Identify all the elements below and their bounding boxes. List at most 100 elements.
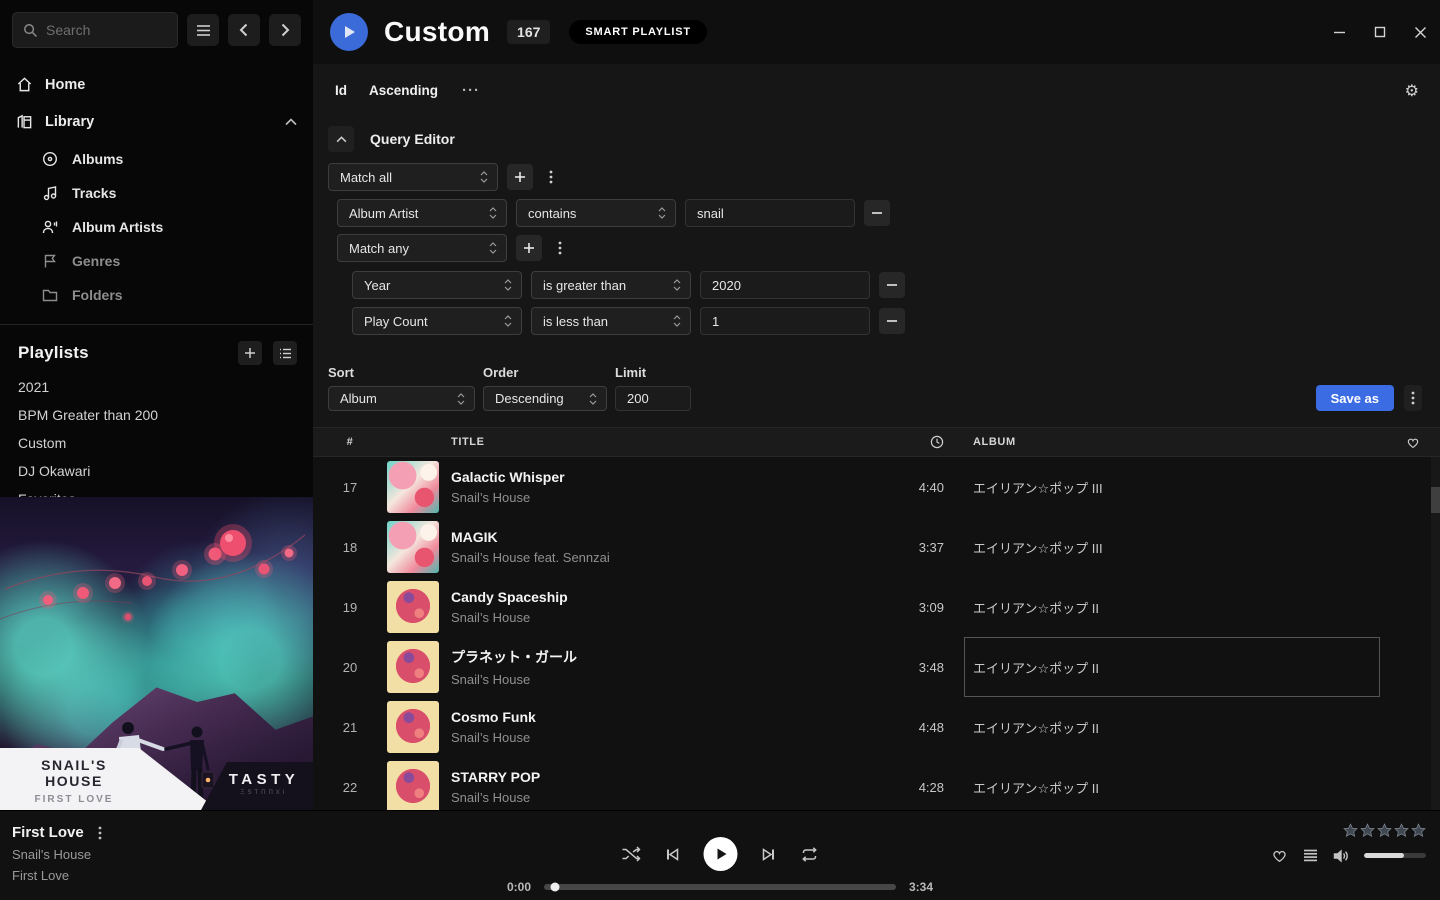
play-playlist-button[interactable] bbox=[330, 13, 368, 51]
rating-stars bbox=[1236, 823, 1426, 838]
chevron-up-icon[interactable] bbox=[285, 118, 297, 126]
playlist-item[interactable]: BPM Greater than 200 bbox=[0, 401, 313, 429]
table-row[interactable]: 17 Galactic Whisper Snail’s House 4:40 エ… bbox=[313, 457, 1440, 517]
track-album[interactable]: エイリアン☆ポップ II bbox=[950, 697, 1386, 757]
rule-value-input[interactable] bbox=[685, 199, 855, 227]
folder-icon bbox=[42, 287, 58, 303]
query-editor-collapse-button[interactable] bbox=[328, 126, 354, 152]
play-pause-button[interactable] bbox=[704, 837, 738, 871]
seek-slider[interactable] bbox=[544, 884, 896, 890]
nested-group-more-icon[interactable] bbox=[551, 235, 569, 261]
remove-rule-button[interactable] bbox=[879, 308, 905, 334]
now-playing-more-icon[interactable] bbox=[98, 826, 102, 840]
table-row[interactable]: 21 Cosmo Funk Snail’s House 4:48 エイリアン☆ポ… bbox=[313, 697, 1440, 757]
track-title: Cosmo Funk bbox=[451, 709, 874, 725]
now-playing-album[interactable]: First Love bbox=[12, 868, 102, 883]
playlist-header: Custom 167 SMART PLAYLIST bbox=[313, 0, 1440, 64]
menu-button[interactable] bbox=[187, 14, 219, 46]
track-album-focused-cell[interactable]: エイリアン☆ポップ II bbox=[950, 637, 1386, 697]
playlist-item[interactable]: 2021 bbox=[0, 373, 313, 401]
column-duration[interactable] bbox=[874, 435, 950, 449]
column-index[interactable]: # bbox=[313, 436, 387, 448]
column-album[interactable]: ALBUM bbox=[950, 436, 1386, 448]
column-title[interactable]: TITLE bbox=[451, 436, 874, 448]
favorite-button[interactable] bbox=[1271, 848, 1288, 863]
limit-input[interactable] bbox=[615, 386, 691, 411]
now-playing-album-art[interactable]: SNAIL'S HOUSE FIRST LOVE TASTY ΞSTΠΠXI bbox=[0, 497, 313, 810]
order-select[interactable]: Descending bbox=[483, 386, 607, 411]
more-options-button[interactable]: ··· bbox=[462, 82, 480, 99]
table-row[interactable]: 18 MAGIK Snail’s House feat. Sennzai 3:3… bbox=[313, 517, 1440, 577]
remove-rule-button[interactable] bbox=[864, 200, 890, 226]
sidebar-item-tracks[interactable]: Tracks bbox=[0, 176, 313, 210]
seek-handle[interactable] bbox=[550, 883, 559, 892]
star-icon[interactable] bbox=[1394, 823, 1409, 838]
track-album[interactable]: エイリアン☆ポップ III bbox=[950, 457, 1386, 517]
rule-value-input[interactable] bbox=[700, 271, 870, 299]
playlist-item[interactable]: DJ Okawari bbox=[0, 457, 313, 485]
sort-field-button[interactable]: Id bbox=[335, 83, 347, 98]
remove-rule-button[interactable] bbox=[879, 272, 905, 298]
star-icon[interactable] bbox=[1343, 823, 1358, 838]
sort-select[interactable]: Album bbox=[328, 386, 475, 411]
volume-icon[interactable] bbox=[1333, 849, 1349, 863]
track-album[interactable]: エイリアン☆ポップ III bbox=[950, 517, 1386, 577]
rule-operator-select[interactable]: is greater than bbox=[531, 271, 691, 299]
next-button[interactable] bbox=[762, 847, 777, 862]
now-playing-title[interactable]: First Love bbox=[12, 824, 84, 841]
playlist-item[interactable]: Custom bbox=[0, 429, 313, 457]
rule-field-select[interactable]: Album Artist bbox=[337, 199, 507, 227]
track-album[interactable]: エイリアン☆ポップ II bbox=[950, 577, 1386, 637]
playlist-list-button[interactable] bbox=[273, 341, 297, 365]
rule-operator-select[interactable]: contains bbox=[516, 199, 676, 227]
shuffle-button[interactable] bbox=[622, 846, 641, 862]
search-box[interactable] bbox=[12, 12, 178, 48]
sidebar-item-albums[interactable]: Albums bbox=[0, 142, 313, 176]
table-row[interactable]: 19 Candy Spaceship Snail’s House 3:09 エイ… bbox=[313, 577, 1440, 637]
sort-direction-button[interactable]: Ascending bbox=[369, 83, 438, 98]
nested-match-type-select[interactable]: Match any bbox=[337, 234, 507, 262]
back-button[interactable] bbox=[228, 14, 260, 46]
now-playing-artist[interactable]: Snail's House bbox=[12, 847, 102, 862]
playlist-item[interactable]: Favorites bbox=[0, 485, 313, 497]
track-album[interactable]: エイリアン☆ポップ II bbox=[950, 757, 1386, 810]
select-stepper-icon bbox=[658, 207, 666, 219]
search-input[interactable] bbox=[46, 22, 156, 38]
save-more-icon[interactable] bbox=[1404, 385, 1422, 411]
add-rule-button[interactable] bbox=[507, 164, 533, 190]
table-header: # TITLE ALBUM bbox=[313, 427, 1440, 457]
volume-slider[interactable] bbox=[1364, 853, 1426, 858]
previous-button[interactable] bbox=[665, 847, 680, 862]
minimize-button[interactable] bbox=[1333, 26, 1346, 39]
sidebar-item-album-artists[interactable]: Album Artists bbox=[0, 210, 313, 244]
settings-gear-icon[interactable]: ⚙ bbox=[1405, 81, 1419, 101]
rule-operator-select[interactable]: is less than bbox=[531, 307, 691, 335]
sidebar-item-label: Genres bbox=[72, 253, 120, 269]
sort-bar: Sort Album Order Descending bbox=[328, 365, 1440, 411]
artist-icon bbox=[42, 219, 58, 235]
sidebar-item-home[interactable]: Home bbox=[0, 66, 313, 103]
scrollbar-thumb[interactable] bbox=[1431, 487, 1440, 513]
rule-field-select[interactable]: Year bbox=[352, 271, 522, 299]
close-button[interactable] bbox=[1414, 26, 1427, 39]
table-row[interactable]: 22 STARRY POP Snail’s House 4:28 エイリアン☆ポ… bbox=[313, 757, 1440, 810]
sidebar-item-library[interactable]: Library bbox=[0, 103, 313, 140]
sidebar-item-genres[interactable]: Genres bbox=[0, 244, 313, 278]
column-favorite[interactable] bbox=[1386, 436, 1440, 449]
add-nested-rule-button[interactable] bbox=[516, 235, 542, 261]
star-icon[interactable] bbox=[1360, 823, 1375, 838]
star-icon[interactable] bbox=[1411, 823, 1426, 838]
forward-button[interactable] bbox=[269, 14, 301, 46]
save-as-button[interactable]: Save as bbox=[1316, 385, 1394, 411]
rule-value-input[interactable] bbox=[700, 307, 870, 335]
star-icon[interactable] bbox=[1377, 823, 1392, 838]
match-type-select[interactable]: Match all bbox=[328, 163, 498, 191]
repeat-button[interactable] bbox=[801, 847, 819, 862]
add-playlist-button[interactable] bbox=[238, 341, 262, 365]
rule-field-select[interactable]: Play Count bbox=[352, 307, 522, 335]
sidebar-item-folders[interactable]: Folders bbox=[0, 278, 313, 312]
table-row[interactable]: 20 プラネット・ガール Snail’s House 3:48 エイリアン☆ポッ… bbox=[313, 637, 1440, 697]
maximize-button[interactable] bbox=[1374, 26, 1386, 38]
group-more-icon[interactable] bbox=[542, 164, 560, 190]
queue-button[interactable] bbox=[1303, 849, 1318, 862]
